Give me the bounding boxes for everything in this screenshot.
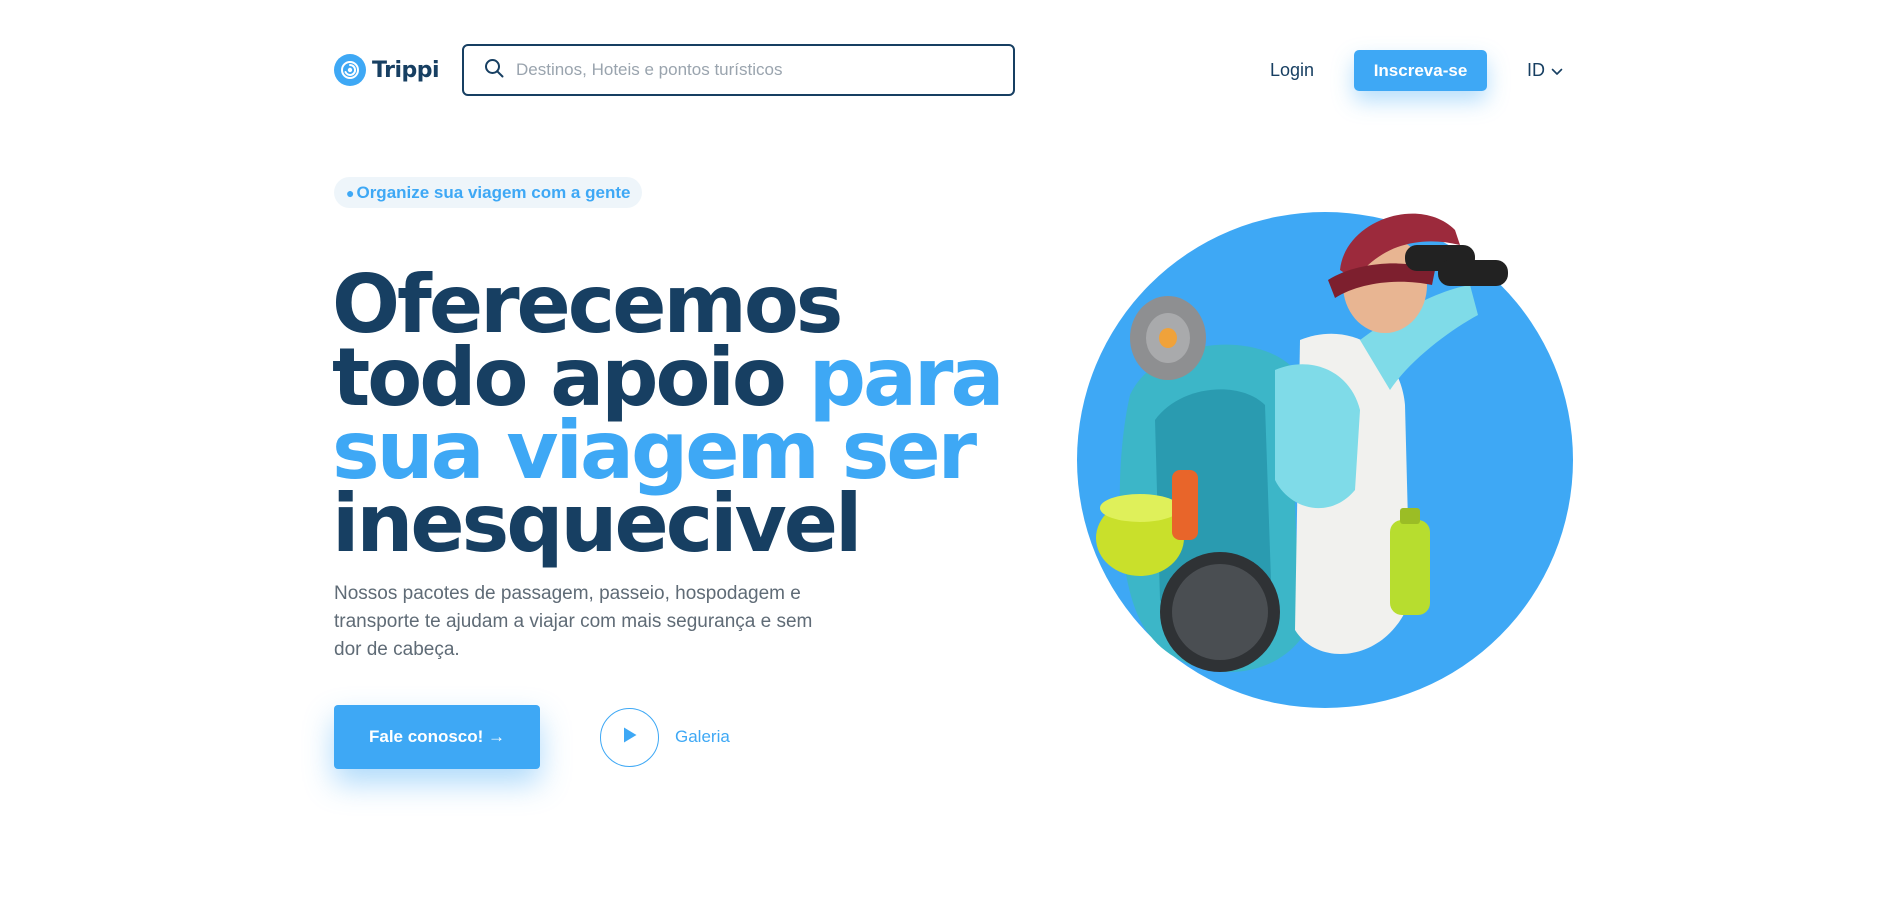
logo[interactable]: Trippi xyxy=(334,54,440,86)
bullet-dot-icon: ● xyxy=(346,184,355,201)
signup-button[interactable]: Inscreva-se xyxy=(1354,50,1487,91)
language-selector[interactable]: ID xyxy=(1527,58,1563,82)
chevron-down-icon xyxy=(1551,58,1563,82)
search-input[interactable] xyxy=(514,59,1013,81)
gallery-link[interactable]: Galeria xyxy=(675,725,730,749)
trippi-logo-icon xyxy=(334,54,366,86)
tagline-badge: ● Organize sua viagem com a gente xyxy=(334,177,643,208)
search-bar[interactable] xyxy=(462,44,1015,96)
tagline-text: Organize sua viagem com a gente xyxy=(356,182,631,202)
hero-description: Nossos pacotes de passagem, passeio, hos… xyxy=(334,583,813,660)
logo-text: Trippi xyxy=(372,57,440,83)
play-gallery-button[interactable] xyxy=(600,708,659,767)
play-icon xyxy=(622,726,638,749)
hero-traveler-image xyxy=(1060,190,1580,710)
hero-headline: Oferecemos todo apoio para sua viagem se… xyxy=(332,265,1004,570)
landing-page: Trippi Login Inscreva-se ID ● Organize s… xyxy=(0,0,1900,920)
login-link[interactable]: Login xyxy=(1270,58,1314,82)
headline-line-4: inesquecivel xyxy=(332,477,862,570)
language-label: ID xyxy=(1527,60,1545,80)
contact-us-button[interactable]: Fale conosco! → xyxy=(334,705,540,769)
search-icon xyxy=(484,58,504,83)
